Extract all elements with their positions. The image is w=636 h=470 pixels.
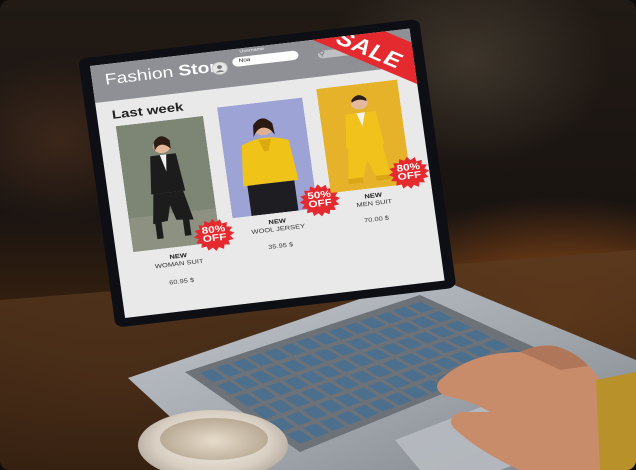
photo-scene: Fashion Store Username Noa ⚲ SALE Last w… [0, 0, 636, 470]
hand [437, 345, 636, 470]
